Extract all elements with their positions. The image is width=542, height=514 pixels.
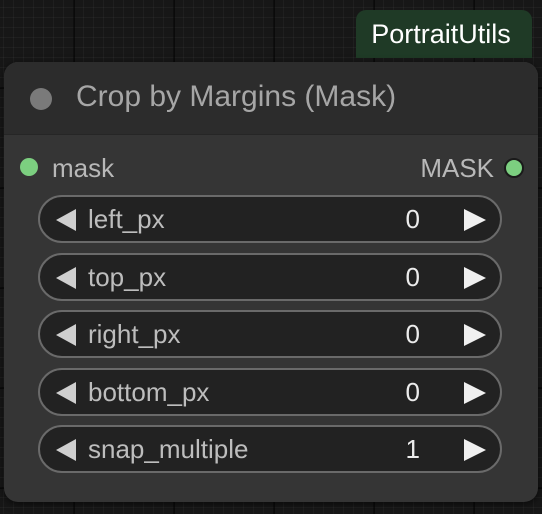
- triangle-left-icon[interactable]: [56, 439, 76, 461]
- widget-left-px[interactable]: left_px 0: [38, 195, 502, 243]
- triangle-left-icon[interactable]: [56, 324, 76, 346]
- output-slot-label: MASK: [420, 153, 494, 183]
- widget-right-px[interactable]: right_px 0: [38, 310, 502, 358]
- input-slot-icon[interactable]: [20, 158, 38, 176]
- widget-label: snap_multiple: [88, 434, 249, 464]
- crop-by-margins-node[interactable]: Crop by Margins (Mask) mask MASK left_px…: [4, 62, 538, 502]
- input-slot-label: mask: [52, 153, 115, 183]
- widget-top-px[interactable]: top_px 0: [38, 252, 502, 301]
- node-header[interactable]: Crop by Margins (Mask): [4, 62, 538, 135]
- node-title: Crop by Margins (Mask): [76, 80, 397, 113]
- widget-value[interactable]: 0: [406, 197, 420, 241]
- widget-value[interactable]: 0: [406, 370, 420, 414]
- triangle-left-icon[interactable]: [56, 209, 76, 231]
- triangle-right-icon[interactable]: [464, 381, 486, 404]
- widget-list: left_px 0 top_px 0 right_px 0 bottom_px …: [38, 195, 502, 483]
- widget-label: top_px: [88, 261, 167, 292]
- widget-value[interactable]: 0: [406, 312, 420, 356]
- triangle-right-icon[interactable]: [464, 439, 486, 461]
- widget-label: bottom_px: [88, 376, 210, 407]
- triangle-right-icon[interactable]: [464, 324, 486, 346]
- widget-label: left_px: [88, 204, 165, 234]
- widget-label: right_px: [88, 319, 181, 349]
- triangle-right-icon[interactable]: [464, 209, 486, 231]
- widget-value[interactable]: 0: [406, 255, 420, 299]
- triangle-right-icon[interactable]: [464, 266, 486, 289]
- widget-value[interactable]: 1: [406, 427, 420, 471]
- output-slot-icon[interactable]: [504, 158, 524, 178]
- triangle-left-icon[interactable]: [56, 266, 76, 289]
- collapse-dot-icon[interactable]: [30, 88, 52, 110]
- widget-bottom-px[interactable]: bottom_px 0: [38, 367, 502, 416]
- triangle-left-icon[interactable]: [56, 381, 76, 404]
- slot-row: mask MASK: [4, 152, 538, 184]
- node-source-badge: PortraitUtils: [356, 10, 532, 58]
- widget-snap-multiple[interactable]: snap_multiple 1: [38, 425, 502, 473]
